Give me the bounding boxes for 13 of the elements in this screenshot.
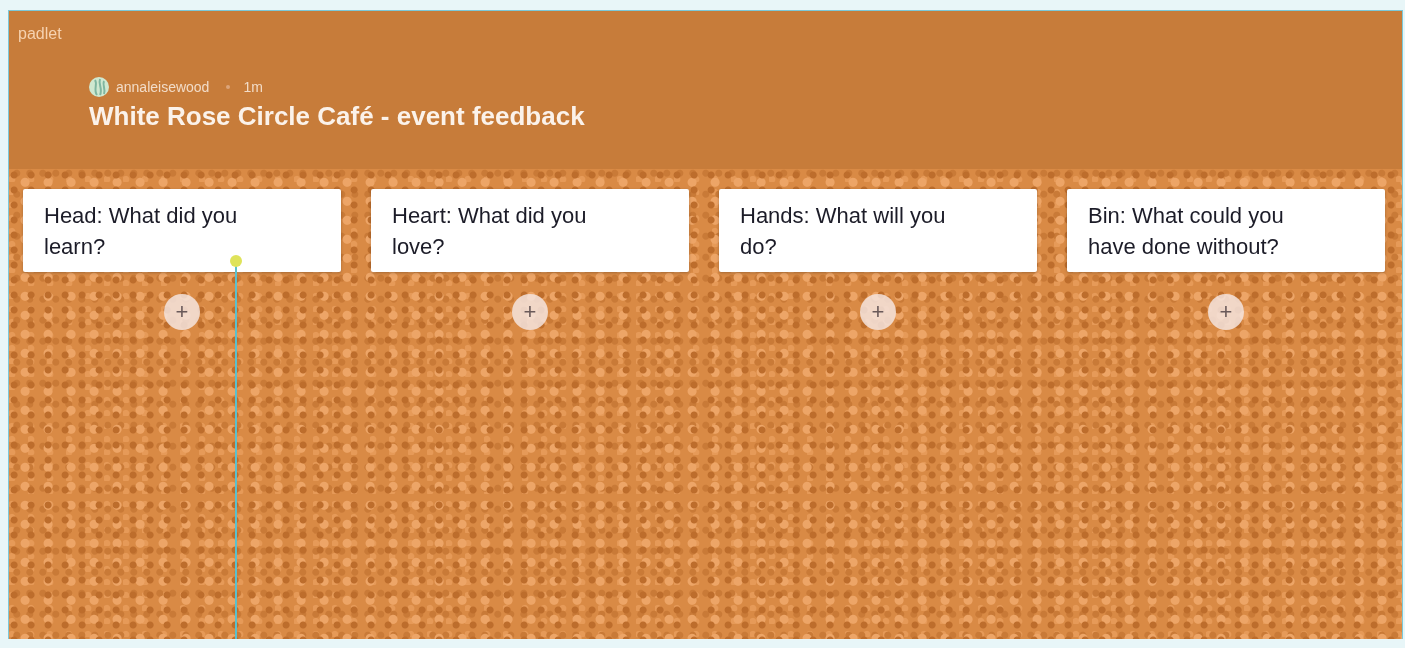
column-header: Head: What did you learn? [23, 189, 341, 272]
board-title: White Rose Circle Café - event feedback [89, 101, 586, 132]
author-name[interactable]: annaleisewood [116, 79, 210, 95]
column-header: Hands: What will you do? [719, 189, 1037, 272]
add-post-button[interactable]: + [1208, 294, 1244, 330]
avatar-icon [89, 77, 109, 97]
column-header: Bin: What could you have done without? [1067, 189, 1385, 272]
separator-dot [226, 85, 231, 89]
add-post-button[interactable]: + [164, 294, 200, 330]
add-post-button[interactable]: + [512, 294, 548, 330]
column-header: Heart: What did you love? [371, 189, 689, 272]
add-post-button[interactable]: + [860, 294, 896, 330]
post-time: 1m [243, 79, 263, 95]
